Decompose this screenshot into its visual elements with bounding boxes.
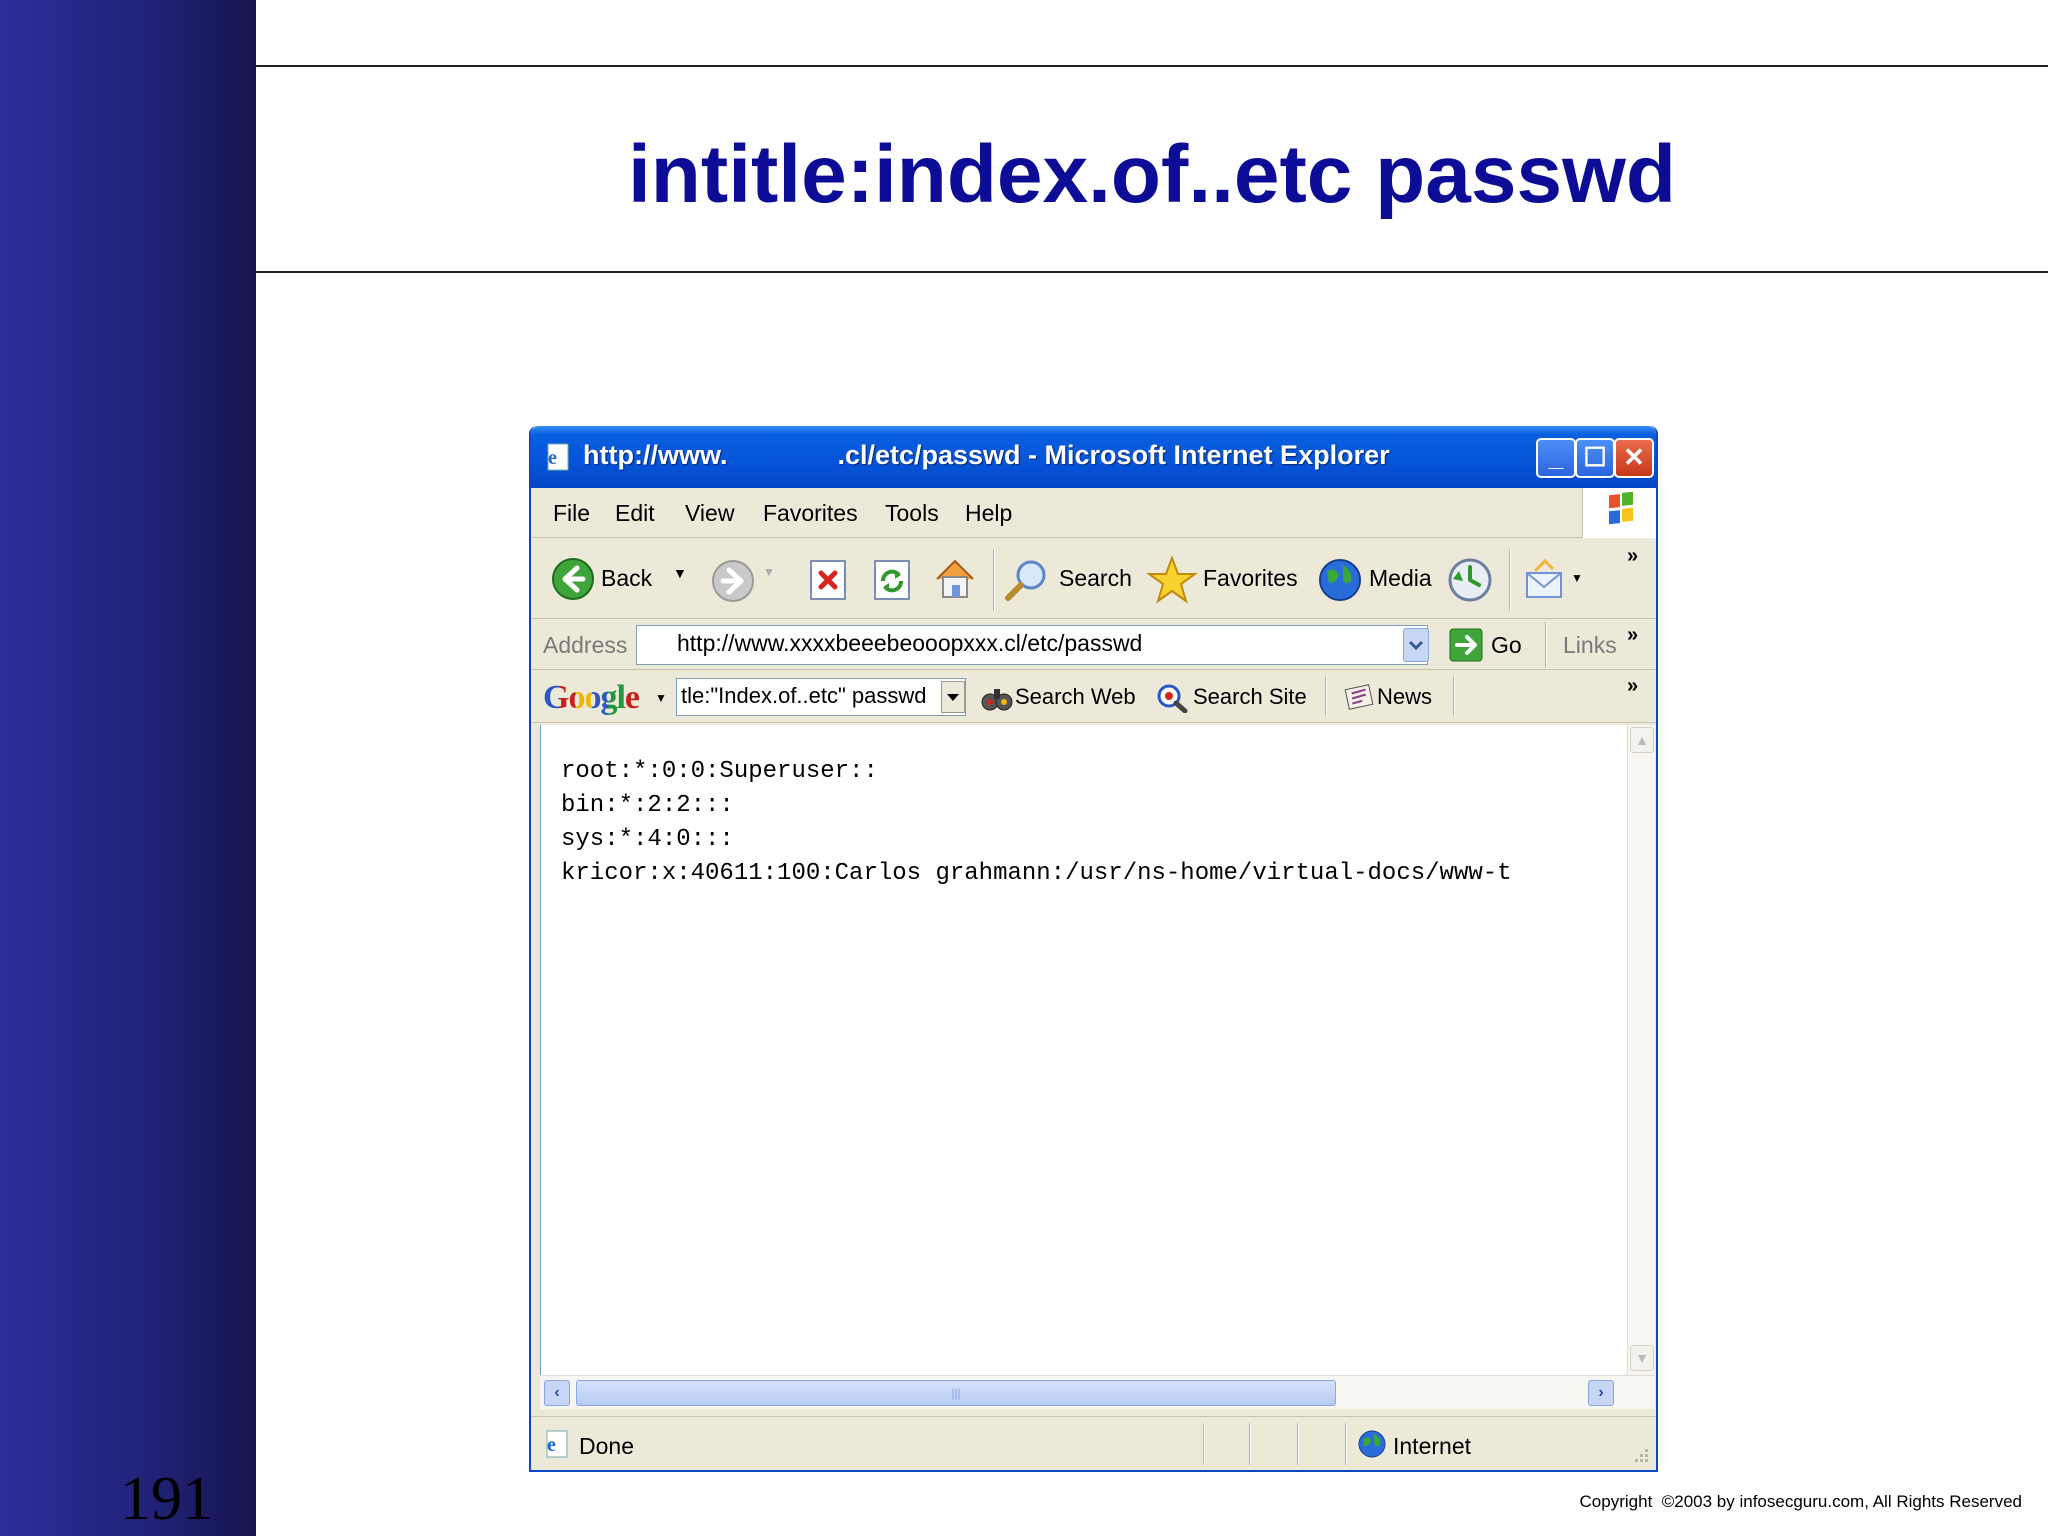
slide-title: intitle:index.of..etc passwd: [628, 129, 1676, 220]
passwd-file-text: root:*:0:0:Superuser:: bin:*:2:2::: sys:*:…: [561, 755, 1512, 891]
home-icon[interactable]: [931, 555, 979, 603]
slide: 191 intitle:index.of..etc passwd Copyrig…: [0, 0, 2048, 1536]
back-arrow-icon: [552, 558, 594, 600]
links-button[interactable]: Links: [1563, 632, 1617, 659]
address-input[interactable]: http://www.xxxxbeeebeooopxxx.cl/etc/pass…: [636, 625, 1428, 665]
search-site-icon: [1157, 684, 1188, 713]
security-zone-text: Internet: [1393, 1433, 1471, 1459]
media-globe-icon: [1319, 559, 1361, 601]
address-dropdown-button[interactable]: [1403, 628, 1429, 662]
status-bar: e Done Internet: [531, 1416, 1656, 1470]
scroll-up-icon[interactable]: ▲: [1630, 727, 1654, 753]
window-titlebar[interactable]: e http://www. .cl/etc/passwd - Microsoft …: [531, 426, 1656, 488]
menu-bar: File Edit View Favorites Tools Help: [531, 488, 1656, 538]
google-menu-dropdown-icon[interactable]: ▼: [655, 691, 667, 705]
address-separator: [1545, 622, 1547, 668]
forward-arrow-icon[interactable]: [711, 559, 755, 603]
google-query-dropdown-button[interactable]: [941, 681, 965, 713]
copyright-notice: Copyright ©2003 by infosecguru.com, All …: [1579, 1492, 2022, 1511]
maximize-button[interactable]: ☐: [1575, 438, 1615, 478]
binoculars-icon: [981, 689, 1013, 711]
chevron-down-icon: [947, 694, 959, 701]
google-search-input[interactable]: tle:"Index.of..etc" passwd: [676, 678, 966, 716]
google-logo[interactable]: Google: [543, 679, 640, 717]
links-more-chevron-icon[interactable]: »: [1627, 624, 1638, 647]
stop-icon[interactable]: [809, 559, 847, 601]
google-separator: [1453, 675, 1455, 717]
svg-text:e: e: [548, 447, 557, 469]
standard-toolbar: Back ▼ ▼ Search Favorites Media ▼ »: [531, 539, 1656, 619]
scroll-right-icon[interactable]: ›: [1588, 1380, 1614, 1406]
news-icon: [1344, 684, 1374, 710]
toolbar-separator: [1509, 549, 1511, 611]
mail-icon[interactable]: [1523, 559, 1567, 601]
maximize-icon: ☐: [1583, 442, 1607, 472]
scroll-down-icon[interactable]: ▼: [1630, 1345, 1654, 1371]
close-button[interactable]: ✕: [1614, 438, 1654, 478]
address-bar: Address http://www.xxxxbeeebeooopxxx.cl/…: [531, 620, 1656, 670]
windows-logo-icon: [1582, 488, 1656, 538]
ie-window: e http://www. .cl/etc/passwd - Microsoft …: [529, 426, 1658, 1472]
google-separator: [1325, 675, 1327, 717]
go-arrow-icon: [1449, 628, 1483, 662]
scroll-left-icon[interactable]: ‹: [544, 1380, 570, 1406]
status-separator: [1249, 1423, 1251, 1465]
slide-number: 191: [120, 1465, 213, 1533]
horizontal-scrollbar[interactable]: ‹ ||| ›: [540, 1375, 1655, 1409]
internet-globe-icon: [1358, 1430, 1386, 1458]
menu-favorites[interactable]: Favorites: [763, 500, 858, 527]
close-icon: ✕: [1623, 442, 1645, 472]
chevron-down-icon: [1408, 640, 1424, 651]
vertical-scrollbar[interactable]: ▲ ▼: [1627, 725, 1655, 1375]
history-icon[interactable]: [1447, 557, 1493, 603]
back-dropdown-icon[interactable]: ▼: [673, 565, 687, 581]
minimize-button[interactable]: _: [1536, 438, 1576, 478]
passwd-line: sys:*:4:0:::: [561, 826, 734, 853]
window-title: http://www. .cl/etc/passwd - Microsoft In…: [583, 440, 1390, 470]
passwd-line: kricor:x:40611:100:Carlos grahmann:/usr/…: [561, 860, 1512, 887]
refresh-icon[interactable]: [873, 559, 911, 601]
menu-view[interactable]: View: [685, 500, 734, 527]
mail-dropdown-icon[interactable]: ▼: [1571, 571, 1583, 585]
favorites-star-icon: [1147, 555, 1197, 604]
forward-dropdown-icon[interactable]: ▼: [763, 565, 775, 579]
page-content[interactable]: root:*:0:0:Superuser:: bin:*:2:2::: sys:*:…: [540, 725, 1627, 1375]
search-icon: [1005, 560, 1046, 601]
slide-side-bar: [0, 0, 256, 1536]
menu-edit[interactable]: Edit: [615, 500, 655, 527]
status-separator: [1203, 1423, 1205, 1465]
toolbar-more-chevron-icon[interactable]: »: [1627, 545, 1638, 568]
passwd-line: bin:*:2:2:::: [561, 792, 734, 819]
google-more-chevron-icon[interactable]: »: [1627, 675, 1638, 698]
google-toolbar: Google ▼ tle:"Index.of..etc" passwd Sear…: [531, 671, 1656, 723]
menu-tools[interactable]: Tools: [885, 500, 939, 527]
title-rule: [256, 271, 2048, 273]
svg-text:e: e: [547, 1434, 556, 1456]
menu-file[interactable]: File: [553, 500, 590, 527]
minimize-icon: _: [1548, 442, 1564, 472]
status-text: Done: [579, 1433, 634, 1459]
status-separator: [1297, 1423, 1299, 1465]
top-rule: [256, 65, 2048, 67]
menu-help[interactable]: Help: [965, 500, 1012, 527]
toolbar-separator: [993, 549, 995, 611]
ie-page-icon: e: [547, 443, 569, 471]
resize-grip-icon[interactable]: [1631, 1447, 1651, 1467]
horizontal-scroll-thumb[interactable]: |||: [576, 1380, 1336, 1406]
status-separator: [1345, 1423, 1347, 1465]
passwd-line: root:*:0:0:Superuser::: [561, 758, 878, 785]
address-label: Address: [543, 632, 628, 658]
ie-page-icon: e: [546, 1430, 568, 1458]
